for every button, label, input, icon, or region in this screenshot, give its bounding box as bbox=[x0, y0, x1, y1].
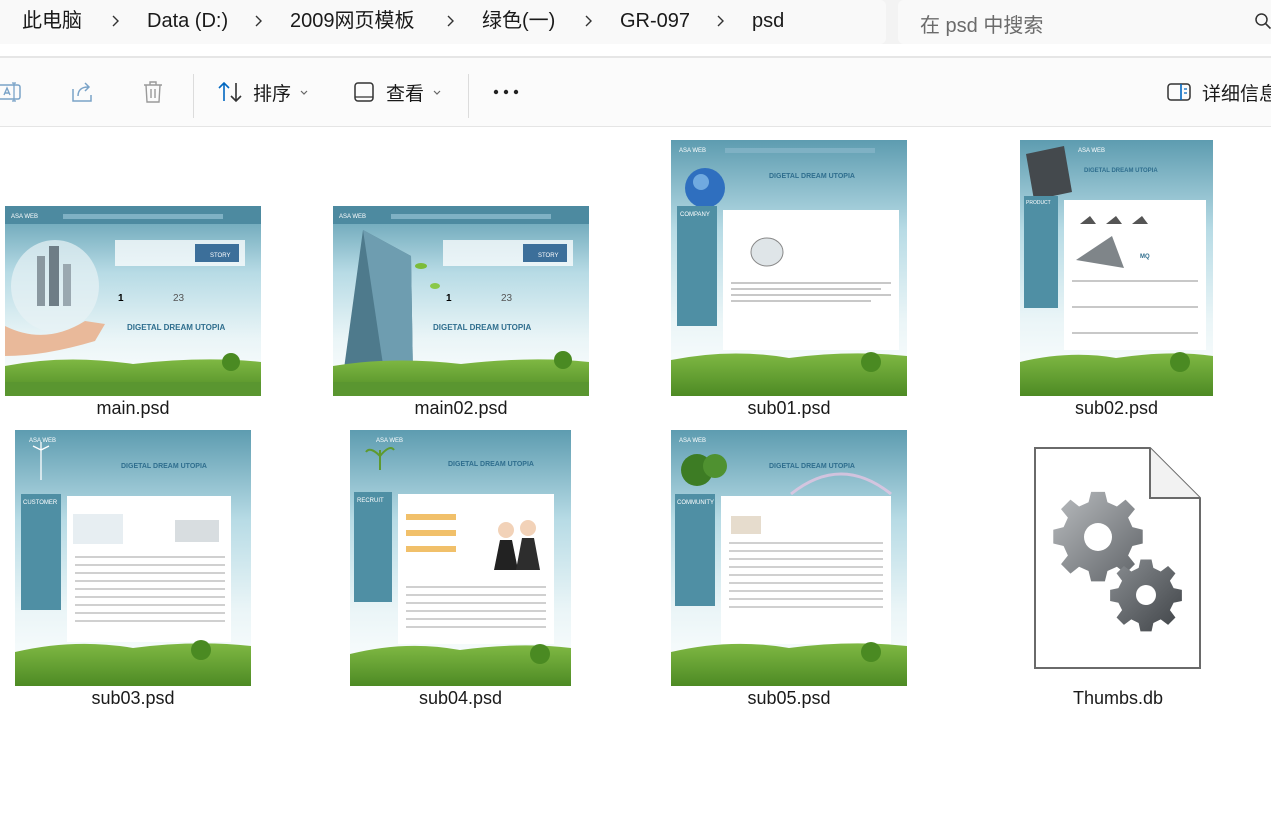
thumb-badge: STORY bbox=[210, 253, 230, 259]
file-item-sub04[interactable]: ASA WEB DIGETAL DREAM UTOPIA RECRUIT sub… bbox=[350, 430, 571, 710]
chevron-right-icon[interactable] bbox=[107, 13, 123, 29]
breadcrumb-psd[interactable]: psd bbox=[752, 9, 784, 33]
breadcrumb-this-pc[interactable]: 此电脑 bbox=[22, 9, 82, 33]
svg-text:23: 23 bbox=[173, 293, 185, 304]
file-item-thumbs-db[interactable]: Thumbs.db bbox=[1030, 444, 1206, 710]
thumb-brand: ASA WEB bbox=[339, 214, 366, 220]
chevron-down-icon bbox=[300, 90, 308, 95]
search-input[interactable]: 在 psd 中搜索 bbox=[920, 9, 1043, 38]
trash-icon bbox=[144, 81, 162, 103]
file-name[interactable]: Thumbs.db bbox=[1030, 688, 1206, 709]
file-item-main[interactable]: ASA WEB STORY 1 23 DIGETAL DREAM UTOPIA … bbox=[5, 206, 261, 420]
psd-thumbnail: ASA WEB DIGETAL DREAM UTOPIA PRODUCT MQ bbox=[1020, 140, 1213, 396]
breadcrumb[interactable]: 此电脑 Data (D:) 2009网页模板 绿色(一) GR-097 psd bbox=[0, 0, 886, 44]
file-item-sub03[interactable]: ASA WEB DIGETAL DREAM UTOPIA CUSTOMER su… bbox=[15, 430, 251, 710]
thumb-section: PRODUCT bbox=[1026, 200, 1051, 206]
file-name[interactable]: sub02.psd bbox=[1020, 398, 1213, 419]
toolbar-separator bbox=[468, 74, 469, 118]
search-box[interactable]: 在 psd 中搜索 bbox=[898, 0, 1271, 44]
gear-icon bbox=[1053, 491, 1143, 582]
chevron-down-icon bbox=[433, 90, 441, 95]
thumb-headline: DIGETAL DREAM UTOPIA bbox=[1084, 168, 1158, 174]
share-button[interactable] bbox=[69, 72, 95, 112]
thumb-brand: ASA WEB bbox=[11, 214, 38, 220]
chevron-right-icon[interactable] bbox=[442, 13, 458, 29]
gear-icon bbox=[1110, 559, 1182, 632]
psd-thumbnail: ASA WEB DIGETAL DREAM UTOPIA COMMUNITY bbox=[671, 430, 907, 686]
file-item-sub05[interactable]: ASA WEB DIGETAL DREAM UTOPIA COMMUNITY s… bbox=[671, 430, 907, 710]
gear-file-icon bbox=[1034, 447, 1201, 669]
address-bar-row: 此电脑 Data (D:) 2009网页模板 绿色(一) GR-097 psd … bbox=[0, 0, 1271, 44]
rename-icon bbox=[0, 82, 21, 102]
file-name[interactable]: sub04.psd bbox=[350, 688, 571, 709]
breadcrumb-templates[interactable]: 2009网页模板 bbox=[290, 9, 415, 33]
thumb-headline: DIGETAL DREAM UTOPIA bbox=[433, 323, 531, 332]
thumb-headline: DIGETAL DREAM UTOPIA bbox=[448, 461, 534, 468]
file-name[interactable]: main02.psd bbox=[333, 398, 589, 419]
breadcrumb-green[interactable]: 绿色(一) bbox=[482, 9, 555, 33]
file-name[interactable]: sub01.psd bbox=[671, 398, 907, 419]
file-name[interactable]: sub03.psd bbox=[15, 688, 251, 709]
thumb-brand: ASA WEB bbox=[1078, 148, 1105, 154]
chevron-right-icon[interactable] bbox=[580, 13, 596, 29]
chevron-right-icon[interactable] bbox=[712, 13, 728, 29]
details-pane-icon bbox=[1167, 83, 1191, 101]
details-label: 详细信息 bbox=[1202, 83, 1271, 105]
svg-text:1: 1 bbox=[118, 293, 124, 304]
view-icon bbox=[354, 82, 374, 102]
thumb-headline: DIGETAL DREAM UTOPIA bbox=[127, 323, 225, 332]
thumb-brand: ASA WEB bbox=[29, 438, 56, 444]
thumb-headline: DIGETAL DREAM UTOPIA bbox=[121, 463, 207, 470]
file-item-sub01[interactable]: ASA WEB DIGETAL DREAM UTOPIA COMPANY sub… bbox=[671, 140, 907, 420]
view-label: 查看 bbox=[386, 83, 425, 105]
sort-icon bbox=[218, 81, 242, 103]
thumb-section: RECRUIT bbox=[357, 498, 384, 504]
more-button[interactable] bbox=[493, 72, 519, 112]
delete-button[interactable] bbox=[141, 72, 165, 112]
psd-thumbnail: ASA WEB STORY 1 23 DIGETAL DREAM UTOPIA bbox=[5, 206, 261, 396]
psd-thumbnail: ASA WEB STORY 1 23 DIGETAL DREAM UTOPIA bbox=[333, 206, 589, 396]
view-button[interactable]: 查看 bbox=[352, 72, 444, 112]
more-icon bbox=[493, 89, 519, 95]
file-name[interactable]: main.psd bbox=[5, 398, 261, 419]
command-bar: 排序 查看 详细信息 bbox=[0, 58, 1271, 127]
breadcrumb-gr097[interactable]: GR-097 bbox=[620, 9, 690, 33]
rename-button[interactable] bbox=[0, 72, 24, 112]
thumb-brand: ASA WEB bbox=[679, 438, 706, 444]
svg-text:23: 23 bbox=[501, 293, 513, 304]
file-name[interactable]: sub05.psd bbox=[671, 688, 907, 709]
sort-button[interactable]: 排序 bbox=[217, 72, 311, 112]
breadcrumb-data-drive[interactable]: Data (D:) bbox=[147, 9, 228, 33]
thumb-headline: DIGETAL DREAM UTOPIA bbox=[769, 463, 855, 470]
toolbar-separator bbox=[193, 74, 194, 118]
thumb-brand: ASA WEB bbox=[376, 438, 403, 444]
svg-text:MQ: MQ bbox=[1140, 254, 1150, 260]
file-item-main02[interactable]: ASA WEB STORY 1 23 DIGETAL DREAM UTOPIA … bbox=[333, 206, 589, 420]
search-icon[interactable] bbox=[1254, 12, 1271, 30]
psd-thumbnail: ASA WEB DIGETAL DREAM UTOPIA RECRUIT bbox=[350, 430, 571, 686]
thumb-brand: ASA WEB bbox=[679, 148, 706, 154]
share-icon bbox=[72, 82, 92, 102]
chevron-right-icon[interactable] bbox=[250, 13, 266, 29]
details-pane-button[interactable]: 详细信息 bbox=[1166, 72, 1271, 112]
thumb-section: COMMUNITY bbox=[677, 500, 714, 506]
file-item-sub02[interactable]: ASA WEB DIGETAL DREAM UTOPIA PRODUCT MQ … bbox=[1020, 140, 1213, 420]
thumb-headline: DIGETAL DREAM UTOPIA bbox=[769, 173, 855, 180]
sort-label: 排序 bbox=[253, 83, 292, 105]
thumb-section: CUSTOMER bbox=[23, 500, 58, 506]
psd-thumbnail: ASA WEB DIGETAL DREAM UTOPIA CUSTOMER bbox=[15, 430, 251, 686]
psd-thumbnail: ASA WEB DIGETAL DREAM UTOPIA COMPANY bbox=[671, 140, 907, 396]
svg-text:1: 1 bbox=[446, 293, 452, 304]
thumb-section: COMPANY bbox=[680, 212, 710, 218]
thumb-badge: STORY bbox=[538, 253, 558, 259]
